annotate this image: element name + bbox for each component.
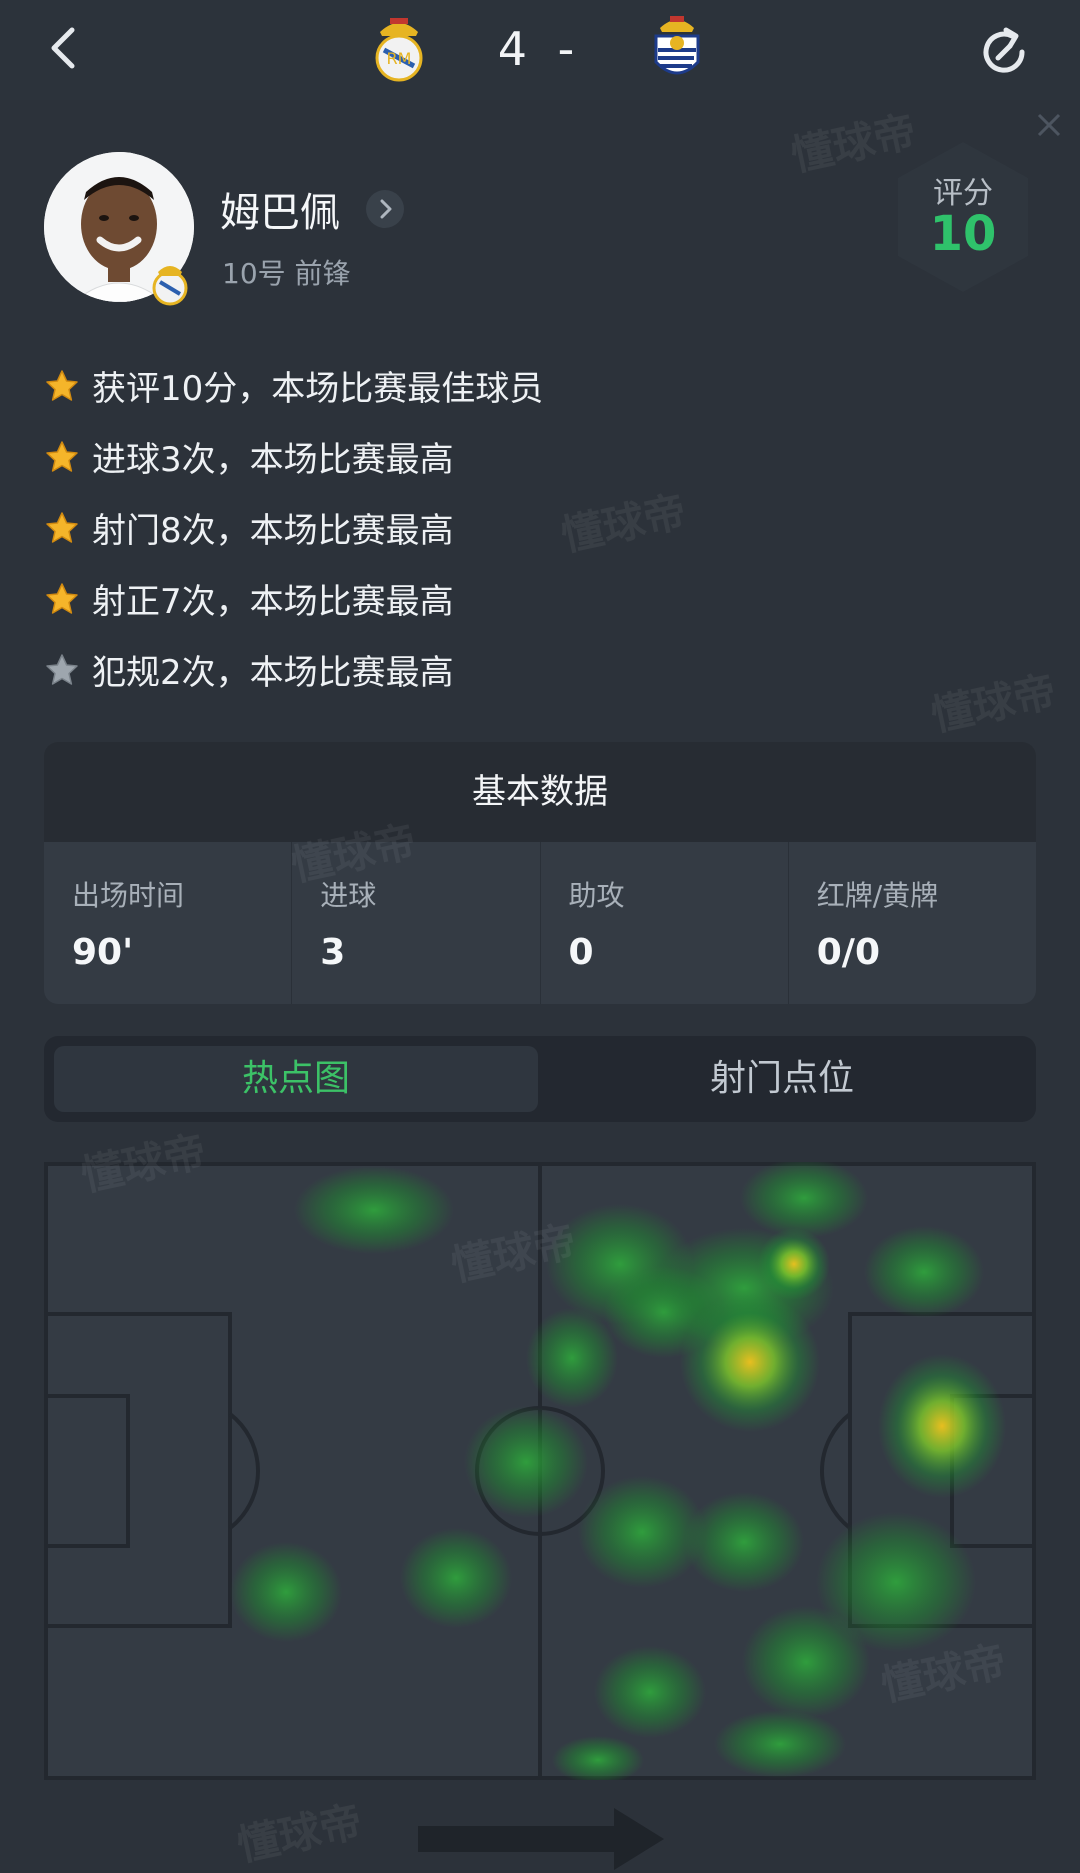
rating-value: 10 — [929, 206, 997, 262]
basic-stats-card: 基本数据 出场时间 90' 进球 3 助攻 0 红牌/黄牌 0/0 — [44, 742, 1036, 1004]
highlights-list: 获评10分，本场比赛最佳球员 进球3次，本场比赛最高 射门8次，本场比赛最高 射… — [44, 350, 543, 705]
match-score: 4 - 1 — [497, 22, 583, 146]
highlight-item: 进球3次，本场比赛最高 — [44, 421, 543, 492]
football-pitch — [44, 1158, 1036, 1784]
refresh-icon — [983, 27, 1025, 73]
heatmap-pitch — [44, 1158, 1036, 1784]
player-name[interactable]: 姆巴佩 — [220, 180, 340, 238]
player-detail-panel: 姆巴佩 10号 前锋 评分 10 获评10分，本场比赛最佳球员 进球3次，本场比… — [0, 100, 1080, 1870]
stat-value: 0 — [568, 932, 594, 973]
stat-value: 0/0 — [816, 932, 880, 973]
player-profile-link[interactable] — [366, 190, 404, 228]
stat-label: 助攻 — [568, 879, 625, 912]
watermark: 懂球帝 — [232, 1796, 367, 1871]
highlight-text: 射正7次，本场比赛最高 — [92, 582, 454, 622]
refresh-button[interactable] — [966, 14, 1042, 90]
stat-label: 进球 — [320, 879, 377, 912]
attack-direction-arrow-icon — [418, 1808, 664, 1870]
chevron-left-icon — [51, 27, 75, 69]
stat-minutes: 出场时间 90' — [44, 842, 293, 1004]
chevron-right-icon — [380, 199, 392, 219]
stat-value: 3 — [320, 932, 346, 973]
rating-badge: 评分 10 — [888, 138, 1038, 296]
gold-star-icon — [46, 511, 78, 543]
back-button[interactable] — [38, 18, 98, 78]
player-number-position: 10号 前锋 — [222, 257, 351, 290]
map-tabs: 热点图 射门点位 — [44, 1036, 1036, 1122]
watermark: 懂球帝 — [926, 666, 1061, 741]
highlight-text: 进球3次，本场比赛最高 — [92, 440, 454, 480]
highlight-text: 射门8次，本场比赛最高 — [92, 511, 454, 551]
real-madrid-crest-icon: RM — [375, 18, 423, 82]
silver-star-icon — [46, 653, 78, 685]
watermark: 懂球帝 — [556, 486, 691, 561]
stat-label: 红牌/黄牌 — [816, 879, 939, 912]
stat-assists: 助攻 0 — [541, 842, 789, 1004]
stats-grid: 出场时间 90' 进球 3 助攻 0 红牌/黄牌 0/0 — [44, 842, 1036, 1004]
highlight-item: 犯规2次，本场比赛最高 — [44, 634, 543, 705]
gold-star-icon — [46, 369, 78, 401]
highlight-text: 获评10分，本场比赛最佳球员 — [92, 369, 544, 409]
highlight-text: 犯规2次，本场比赛最高 — [92, 653, 454, 693]
close-icon — [1037, 113, 1061, 137]
match-header: RM 4 - 1 — [0, 0, 1080, 146]
stat-label: 出场时间 — [72, 879, 185, 912]
tab-shot-map[interactable]: 射门点位 — [540, 1046, 1024, 1112]
basic-stats-title: 基本数据 — [44, 742, 1036, 842]
highlight-item: 射门8次，本场比赛最高 — [44, 492, 543, 563]
stat-value: 90' — [72, 932, 134, 973]
svg-text:RM: RM — [387, 49, 412, 68]
stat-cards: 红牌/黄牌 0/0 — [789, 842, 1036, 1004]
gold-star-icon — [46, 440, 78, 472]
close-button[interactable] — [1036, 112, 1062, 138]
tab-heatmap[interactable]: 热点图 — [54, 1046, 538, 1112]
highlight-item: 获评10分，本场比赛最佳球员 — [44, 350, 543, 421]
highlight-item: 射正7次，本场比赛最高 — [44, 563, 543, 634]
gold-star-icon — [46, 582, 78, 614]
club-badge-icon — [152, 266, 188, 306]
stat-goals: 进球 3 — [292, 842, 541, 1004]
real-sociedad-crest-icon — [654, 16, 700, 75]
